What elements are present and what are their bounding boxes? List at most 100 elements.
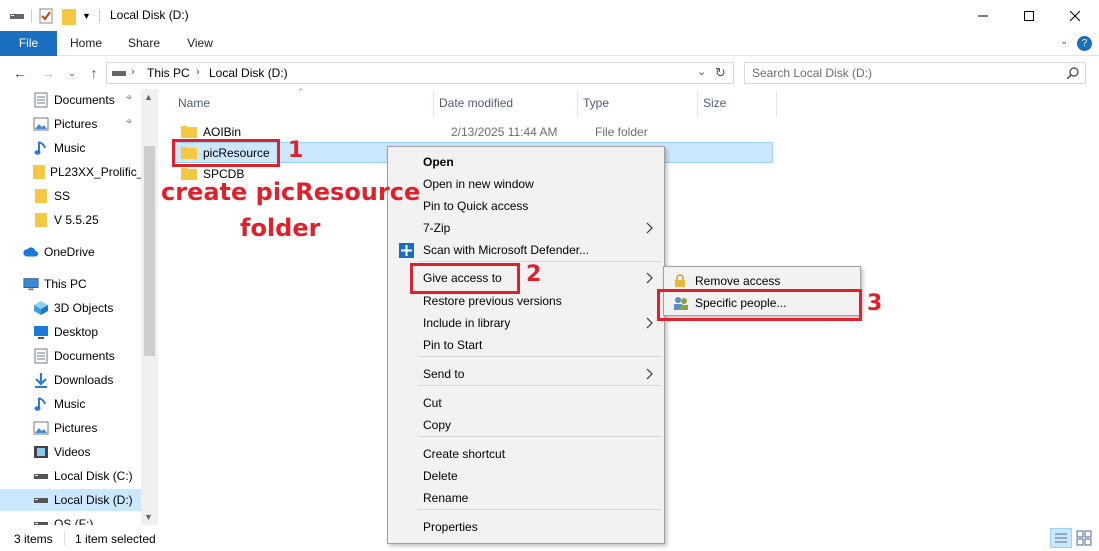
address-dropdown-icon[interactable]: ⌄ [697, 65, 706, 78]
column-divider[interactable] [433, 91, 434, 117]
menu-separator [418, 509, 661, 510]
recent-locations-button[interactable]: ⌄ [62, 63, 82, 83]
column-header-date[interactable]: Date modified [439, 95, 513, 117]
refresh-icon[interactable]: ↻ [715, 65, 726, 81]
column-header-type[interactable]: Type [583, 95, 609, 117]
sidebar-item-label: Pictures [54, 421, 98, 435]
minimize-icon [978, 15, 988, 16]
menu-item-label: Remove access [695, 274, 781, 288]
menu-item-open-in-new-window[interactable]: Open in new window [390, 173, 662, 195]
tab-view[interactable]: View [176, 31, 224, 56]
sidebar-item[interactable]: Documents [0, 345, 142, 367]
sidebar-item[interactable]: OneDrive [0, 241, 142, 263]
pin-icon: ⌖ [126, 116, 133, 128]
tab-share[interactable]: Share [120, 31, 168, 56]
sidebar-item[interactable]: OS (F:) [0, 513, 142, 525]
menu-item-include-in-library[interactable]: Include in library [390, 312, 662, 334]
menu-item-properties[interactable]: Properties [390, 516, 662, 538]
search-box[interactable]: Search Local Disk (D:) [744, 62, 1086, 84]
sidebar-item[interactable]: Local Disk (C:) [0, 465, 142, 487]
drive-icon [33, 492, 49, 508]
menu-item-delete[interactable]: Delete [390, 465, 662, 487]
column-header-size[interactable]: Size [703, 95, 726, 117]
menu-item-label: Include in library [423, 316, 511, 330]
menu-item-send-to[interactable]: Send to [390, 363, 662, 385]
column-header-name[interactable]: Name [178, 95, 210, 117]
sidebar-item[interactable]: Pictures ⌖ [0, 113, 142, 135]
menu-item-scan-with-microsoft-defender[interactable]: Scan with Microsoft Defender... [390, 239, 662, 261]
sidebar-item-label: Documents [54, 93, 115, 107]
toolbar-divider [31, 9, 32, 23]
sidebar-item[interactable]: Downloads [0, 369, 142, 391]
properties-icon[interactable] [39, 8, 53, 24]
sidebar-item-label: Local Disk (C:) [54, 469, 133, 483]
column-divider[interactable] [697, 91, 698, 117]
menu-item-open[interactable]: Open [390, 151, 662, 173]
help-icon[interactable]: ? [1077, 36, 1092, 51]
scroll-up-icon[interactable]: ▲ [144, 92, 153, 102]
documents-icon [33, 348, 49, 364]
breadcrumb-local-disk-d[interactable]: Local Disk (D:) [209, 66, 288, 80]
ribbon-expand-icon[interactable]: ⌄ [1060, 36, 1068, 47]
sidebar-item-label: Documents [54, 349, 115, 363]
breadcrumb-this-pc[interactable]: This PC [147, 66, 190, 80]
menu-separator [418, 436, 661, 437]
drive-icon[interactable] [10, 11, 24, 21]
documents-icon [33, 92, 49, 108]
sidebar-item[interactable]: SS [0, 185, 142, 207]
sidebar-item[interactable]: V 5.5.25 [0, 209, 142, 231]
annotation-step-3: 3 [867, 291, 883, 316]
close-button[interactable] [1052, 0, 1098, 31]
sidebar-item-label: Music [54, 141, 86, 155]
menu-item-cut[interactable]: Cut [390, 392, 662, 414]
menu-item-rename[interactable]: Rename [390, 487, 662, 509]
window-title: Local Disk (D:) [110, 8, 189, 22]
sidebar-item[interactable]: Documents ⌖ [0, 89, 142, 111]
file-date: 2/13/2025 11:44 AM [451, 124, 558, 139]
sidebar-item[interactable]: Videos [0, 441, 142, 463]
item-count: 3 items [14, 532, 53, 546]
sidebar-item[interactable]: Music [0, 137, 142, 159]
music-icon [33, 140, 49, 156]
breadcrumb-separator: › [131, 66, 135, 78]
tab-file[interactable]: File [0, 31, 57, 56]
sidebar-item[interactable]: Music [0, 393, 142, 415]
search-input[interactable]: Search Local Disk (D:) [752, 66, 872, 80]
sidebar-item[interactable]: This PC [0, 273, 142, 295]
address-bar[interactable]: › This PC › Local Disk (D:) ⌄ ↻ [106, 62, 734, 84]
menu-item-pin-to-start[interactable]: Pin to Start [390, 334, 662, 356]
sort-indicator-icon: ⌃ [297, 87, 305, 97]
downloads-icon [33, 372, 49, 388]
large-icons-view-icon[interactable] [1075, 529, 1093, 547]
menu-item-create-shortcut[interactable]: Create shortcut [390, 443, 662, 465]
pictures-icon [33, 116, 49, 132]
menu-item-copy[interactable]: Copy [390, 414, 662, 436]
up-button[interactable]: ↑ [84, 63, 104, 83]
customize-toolbar-icon[interactable]: ▼ [82, 11, 91, 21]
annotation-box-3 [657, 289, 862, 321]
menu-item-pin-to-quick-access[interactable]: Pin to Quick access [390, 195, 662, 217]
pin-icon: ⌖ [126, 92, 133, 104]
nav-scrollbar-thumb[interactable] [144, 146, 155, 356]
status-divider [64, 531, 65, 545]
new-folder-icon[interactable] [62, 7, 76, 25]
sidebar-item[interactable]: 3D Objects [0, 297, 142, 319]
sidebar-item[interactable]: Pictures [0, 417, 142, 439]
minimize-button[interactable] [960, 0, 1006, 31]
sidebar-item[interactable]: Desktop [0, 321, 142, 343]
column-divider[interactable] [776, 91, 777, 117]
maximize-button[interactable] [1006, 0, 1052, 31]
sidebar-item-label: OneDrive [44, 245, 95, 259]
lock-icon [675, 274, 685, 287]
details-view-icon[interactable] [1050, 528, 1072, 548]
sidebar-item[interactable]: Local Disk (D:) [0, 489, 142, 511]
menu-item-7-zip[interactable]: 7-Zip [390, 217, 662, 239]
close-icon [1070, 10, 1080, 21]
back-button[interactable]: ← [10, 63, 30, 83]
forward-button[interactable]: → [38, 63, 58, 83]
tab-home[interactable]: Home [62, 31, 110, 56]
scroll-down-icon[interactable]: ▼ [144, 512, 153, 522]
pictures-icon [33, 420, 49, 436]
column-divider[interactable] [577, 91, 578, 117]
sidebar-item[interactable]: PL23XX_Prolific_ [0, 161, 143, 183]
